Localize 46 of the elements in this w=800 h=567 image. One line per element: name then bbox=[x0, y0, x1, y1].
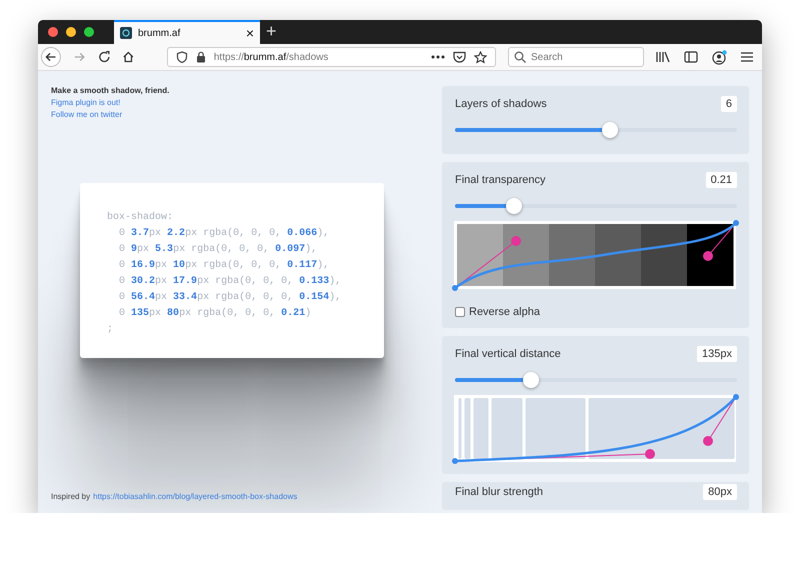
value-field[interactable]: 80px bbox=[703, 484, 737, 500]
control-label: Final vertical distance bbox=[455, 348, 561, 360]
star-icon[interactable] bbox=[474, 50, 487, 64]
code-line: 0 3.7px 2.2px rgba(0, 0, 0, 0.066), bbox=[118, 226, 330, 241]
slider-thumb[interactable] bbox=[506, 198, 522, 214]
control-label: Final blur strength bbox=[455, 486, 544, 498]
slider-thumb[interactable] bbox=[523, 372, 540, 388]
account-icon[interactable] bbox=[712, 50, 727, 64]
control-label: Final transparency bbox=[455, 174, 546, 186]
link[interactable]: Figma plugin is out! bbox=[51, 97, 442, 109]
search-icon[interactable] bbox=[514, 51, 526, 63]
link[interactable]: Follow me on twitter bbox=[51, 109, 442, 121]
search-field[interactable]: Search bbox=[508, 47, 644, 67]
credit-text: Inspired by bbox=[51, 492, 90, 501]
url-text: https://brumm.af/shadows bbox=[214, 52, 330, 62]
tab-title: brumm.af bbox=[138, 28, 182, 38]
browser-tab[interactable]: brumm.af × bbox=[114, 20, 260, 44]
code-line: 0 56.4px 33.4px rgba(0, 0, 0, 0.154), bbox=[118, 290, 342, 305]
curve-editor-drawing[interactable] bbox=[453, 220, 737, 292]
value-field[interactable]: 0.21 bbox=[706, 172, 737, 188]
more-icon[interactable] bbox=[430, 55, 445, 59]
value-field[interactable]: 135px bbox=[697, 346, 737, 362]
home-icon[interactable] bbox=[122, 50, 135, 64]
address-bar[interactable]: https://brumm.af/shadows bbox=[166, 47, 496, 67]
menu-icon[interactable] bbox=[741, 52, 753, 62]
sidebar-icon[interactable] bbox=[684, 51, 698, 63]
value-field[interactable]: 6 bbox=[720, 96, 737, 112]
checkbox[interactable] bbox=[455, 307, 465, 317]
code-line: 0 16.9px 10px rgba(0, 0, 0, 0.117), bbox=[118, 258, 330, 273]
site-icon[interactable] bbox=[120, 27, 132, 39]
lock-icon[interactable] bbox=[196, 51, 206, 63]
pocket-icon[interactable] bbox=[452, 51, 466, 63]
new-tab-button[interactable]: + bbox=[260, 20, 283, 44]
tagline: Make a smooth shadow, friend. bbox=[51, 85, 170, 97]
slider-thumb[interactable] bbox=[602, 122, 618, 138]
shield-icon[interactable] bbox=[176, 51, 188, 63]
code-line: 0 135px 80px rgba(0, 0, 0, 0.21) bbox=[118, 306, 312, 321]
code-line: ; bbox=[107, 323, 114, 337]
library-icon[interactable] bbox=[656, 51, 670, 63]
reload-icon[interactable] bbox=[98, 50, 110, 64]
back-icon[interactable] bbox=[41, 46, 61, 68]
checkbox-label: Reverse alpha bbox=[469, 306, 540, 318]
close-icon[interactable]: × bbox=[246, 26, 254, 40]
code-line: box-shadow: bbox=[107, 210, 174, 225]
code-line: 0 30.2px 17.9px rgba(0, 0, 0, 0.133), bbox=[118, 274, 342, 289]
control-label: Layers of shadows bbox=[455, 98, 547, 110]
